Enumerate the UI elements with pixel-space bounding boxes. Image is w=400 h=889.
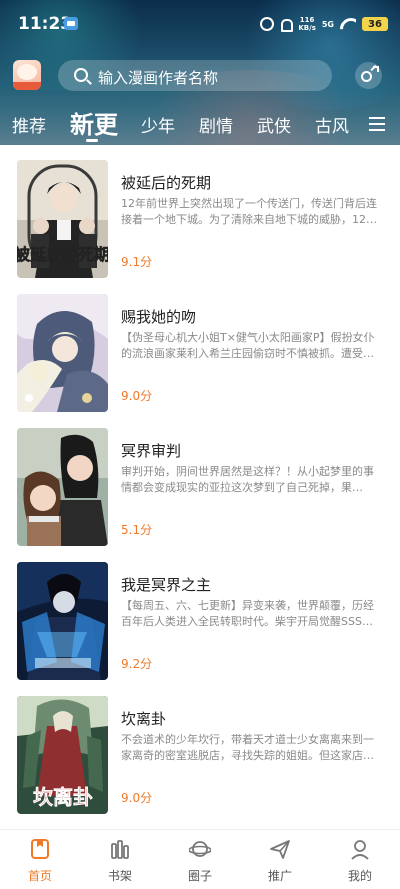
comic-rating: 9.2分 bbox=[121, 657, 153, 671]
category-tabs: 推荐 新更 少年 剧情 武侠 古风 bbox=[0, 105, 400, 145]
status-bar: 11:23 116 KB/s 5G 36 bbox=[0, 0, 400, 48]
signal-icon: 5G bbox=[321, 19, 334, 29]
comic-cover[interactable] bbox=[17, 562, 108, 680]
tab-shounen[interactable]: 少年 bbox=[141, 112, 175, 137]
net-speed: 116 KB/s bbox=[298, 16, 315, 32]
search-placeholder: 输入漫画作者名称 bbox=[98, 69, 219, 87]
list-item[interactable]: 我是冥界之主 【每周五、六、七更新】异变来袭，世界颠覆，历经百年后人类进入全民转… bbox=[0, 562, 400, 682]
tab-wuxia[interactable]: 武侠 bbox=[257, 112, 291, 137]
search-input[interactable]: 输入漫画作者名称 bbox=[58, 60, 332, 91]
comic-rating: 9.0分 bbox=[121, 791, 153, 805]
nav-promote[interactable]: 推广 bbox=[240, 830, 320, 889]
home-icon bbox=[31, 839, 49, 859]
comic-description: 【伪圣母心机大小姐T×健气小太阳画家P】假扮女仆的流浪画家莱利入希兰庄园偷窃时不… bbox=[121, 331, 375, 360]
tab-ancient[interactable]: 古风 bbox=[315, 112, 349, 137]
bottom-navigation: 首页 书架 圈子 推广 我的 bbox=[0, 829, 400, 889]
comic-title: 被延后的死期 bbox=[121, 174, 212, 192]
comic-rating: 9.1分 bbox=[121, 255, 153, 269]
tab-drama[interactable]: 剧情 bbox=[199, 112, 233, 137]
comic-title: 坎离卦 bbox=[121, 710, 167, 728]
header: 11:23 116 KB/s 5G 36 输入漫画作者名称 推荐 新更 少年 剧… bbox=[0, 0, 400, 145]
active-tab-indicator bbox=[86, 139, 98, 142]
gender-toggle-button[interactable] bbox=[355, 62, 382, 89]
cover-title-text: 坎离卦 bbox=[33, 785, 93, 809]
nav-mine-label: 我的 bbox=[347, 869, 372, 883]
comic-rating: 9.0分 bbox=[121, 389, 153, 403]
tab-recommend[interactable]: 推荐 bbox=[12, 112, 46, 137]
list-item[interactable]: 坎离卦 坎离卦 不会道术的少年坎行，带着天才道士少女离离来到一家离奇的密室逃脱店… bbox=[0, 696, 400, 816]
male-icon bbox=[361, 66, 379, 82]
profile-icon bbox=[351, 840, 369, 860]
nav-home-label: 首页 bbox=[27, 869, 52, 883]
nav-circle-label: 圈子 bbox=[187, 869, 212, 883]
battery-icon: 36 bbox=[362, 17, 388, 31]
status-indicators: 116 KB/s 5G 36 bbox=[260, 14, 388, 34]
comic-title: 赐我她的吻 bbox=[121, 308, 197, 326]
cover-title-text: 被延后的死期 bbox=[17, 245, 108, 264]
comic-description: 审判开始，阴间世界居然是这样？！从小起梦里的事情都会变成现实的亚拉这次梦到了自己… bbox=[121, 465, 374, 494]
tab-new-updates[interactable]: 新更 bbox=[70, 105, 118, 140]
mute-icon bbox=[280, 17, 294, 32]
comic-title: 冥界审判 bbox=[121, 442, 182, 460]
comic-cover[interactable]: 被延后的死期 bbox=[17, 160, 108, 278]
search-icon bbox=[74, 68, 88, 82]
list-item[interactable]: 冥界审判 审判开始，阴间世界居然是这样？！从小起梦里的事情都会变成现实的亚拉这次… bbox=[0, 428, 400, 548]
nav-bookshelf[interactable]: 书架 bbox=[80, 830, 160, 889]
bookshelf-icon bbox=[111, 840, 129, 859]
list-item[interactable]: 被延后的死期 被延后的死期 12年前世界上突然出现了一个传送门，传送门背后连接着… bbox=[0, 160, 400, 280]
planet-icon bbox=[189, 841, 211, 857]
comic-rating: 5.1分 bbox=[121, 523, 153, 537]
comic-title: 我是冥界之主 bbox=[121, 576, 212, 594]
app-logo-avatar[interactable] bbox=[13, 60, 41, 90]
comic-description: 12年前世界上突然出现了一个传送门，传送门背后连接着一个地下城。为了清除来自地下… bbox=[121, 197, 377, 226]
alarm-icon bbox=[260, 17, 275, 31]
net-speed-unit: KB/s bbox=[298, 24, 316, 32]
comic-description: 【每周五、六、七更新】异变来袭，世界颠覆，历经百年后人类进入全民转职时代。柴宇开… bbox=[121, 599, 374, 628]
tab-more-menu-icon[interactable] bbox=[369, 117, 385, 131]
wifi-icon bbox=[340, 18, 356, 30]
nav-bookshelf-label: 书架 bbox=[107, 869, 132, 883]
nav-mine[interactable]: 我的 bbox=[320, 830, 400, 889]
nav-home[interactable]: 首页 bbox=[0, 830, 80, 889]
paper-plane-icon bbox=[270, 840, 290, 859]
app-notification-icon bbox=[64, 17, 78, 30]
comic-cover[interactable] bbox=[17, 294, 108, 412]
nav-promote-label: 推广 bbox=[267, 869, 292, 883]
comic-description: 不会道术的少年坎行，带着天才道士少女离离来到一家离奇的密室逃脱店，寻找失踪的姐姐… bbox=[121, 733, 374, 762]
list-item[interactable]: 赐我她的吻 【伪圣母心机大小姐T×健气小太阳画家P】假扮女仆的流浪画家莱利入希兰… bbox=[0, 294, 400, 414]
nav-circle[interactable]: 圈子 bbox=[160, 830, 240, 889]
net-speed-value: 116 bbox=[299, 16, 315, 24]
comic-cover[interactable] bbox=[17, 428, 108, 546]
comic-cover[interactable]: 坎离卦 bbox=[17, 696, 108, 814]
